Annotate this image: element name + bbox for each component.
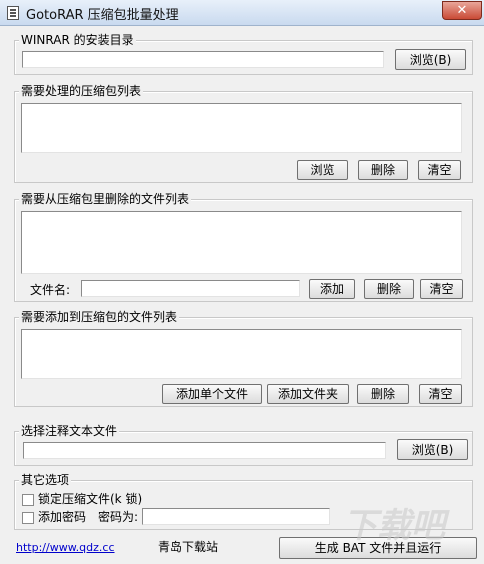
- options-legend: 其它选项: [19, 472, 72, 488]
- window-title: GotoRAR 压缩包批量处理: [26, 8, 179, 23]
- comment-legend: 选择注释文本文件: [19, 423, 120, 439]
- archive-delete-button[interactable]: 删除: [358, 160, 408, 180]
- password-input[interactable]: [142, 508, 330, 525]
- archive-browse-button[interactable]: 浏览: [297, 160, 348, 180]
- add-folder-button[interactable]: 添加文件夹: [267, 384, 349, 404]
- filename-label: 文件名:: [30, 283, 71, 297]
- title-bar: GotoRAR 压缩包批量处理 ✕: [0, 0, 484, 26]
- generate-bat-run-button[interactable]: 生成 BAT 文件并且运行: [279, 537, 477, 559]
- remove-delete-button[interactable]: 删除: [364, 279, 414, 299]
- website-link[interactable]: http://www.qdz.cc: [16, 540, 115, 556]
- comment-path-input[interactable]: [23, 442, 386, 459]
- remove-add-button[interactable]: 添加: [309, 279, 355, 299]
- filename-input[interactable]: [81, 280, 300, 297]
- lock-archive-label: 锁定压缩文件(k 锁): [38, 492, 143, 506]
- app-icon: [7, 6, 19, 20]
- remove-clear-button[interactable]: 清空: [420, 279, 463, 299]
- winrar-legend: WINRAR 的安装目录: [19, 32, 136, 48]
- winrar-path-input[interactable]: [22, 51, 384, 68]
- comment-browse-button[interactable]: 浏览(B): [397, 439, 468, 460]
- add-delete-button[interactable]: 删除: [357, 384, 409, 404]
- remove-list-legend: 需要从压缩包里删除的文件列表: [19, 191, 192, 207]
- archive-clear-button[interactable]: 清空: [418, 160, 461, 180]
- archive-list-legend: 需要处理的压缩包列表: [19, 83, 144, 99]
- archive-list[interactable]: [21, 103, 462, 153]
- add-password-label: 添加密码: [38, 510, 87, 524]
- site-name-label: 青岛下载站: [158, 540, 219, 554]
- add-single-file-button[interactable]: 添加单个文件: [162, 384, 262, 404]
- close-icon: ✕: [456, 3, 468, 18]
- winrar-browse-button[interactable]: 浏览(B): [395, 49, 466, 70]
- add-list-legend: 需要添加到压缩包的文件列表: [19, 309, 180, 325]
- add-password-checkbox[interactable]: [22, 512, 34, 524]
- close-button[interactable]: ✕: [442, 1, 482, 20]
- add-clear-button[interactable]: 清空: [419, 384, 462, 404]
- password-label: 密码为:: [98, 510, 139, 524]
- lock-archive-checkbox[interactable]: [22, 494, 34, 506]
- remove-file-list[interactable]: [21, 211, 462, 274]
- add-file-list[interactable]: [21, 329, 462, 379]
